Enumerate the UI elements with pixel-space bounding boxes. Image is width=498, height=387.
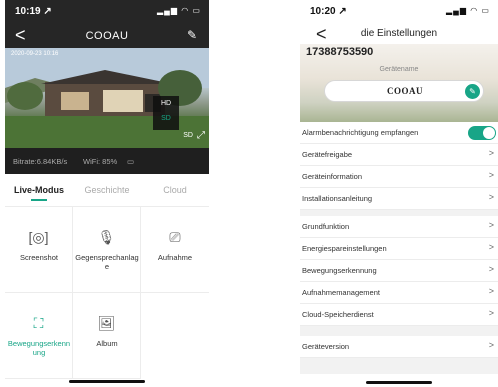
quality-option-hd[interactable]: HD [153,100,179,107]
grid-item-label: Screenshot [20,253,58,262]
screenshot-icon: [◎] [28,229,49,245]
right-phone-screen: 10:20 ↗ ▂▄▆ ◠ ▭ < die Einstellungen 1738… [300,0,498,387]
fullscreen-icon[interactable]: ⤢ [197,130,205,141]
video-record-icon: ⎚ [169,229,181,245]
chevron-right-icon: > [488,148,494,158]
row-label: Cloud-Speicherdienst [302,310,374,319]
motion-detection-icon: ⛶ [33,315,44,331]
screenshot-button[interactable]: [◎] Screenshot [5,207,73,293]
row-label: Energiespareinstellungen [302,244,387,253]
alarm-notification-row[interactable]: Alarmbenachrichtigung empfangen [300,122,498,144]
nav-bar: < COOAU ✎ [5,24,209,48]
video-timestamp: 2020-09-23 10:16 [11,51,59,57]
edit-name-icon[interactable]: ✎ [465,84,480,99]
row-label: Geräteversion [302,342,350,351]
home-indicator [69,380,145,383]
recording-management-row[interactable]: Aufnahmemanagement > [300,282,498,304]
quality-menu: HD SD [153,96,179,130]
wifi-text: WiFi: 85% [83,157,118,166]
toggle-knob [483,127,495,139]
chevron-right-icon: > [488,308,494,318]
status-time: 10:19 ↗ [15,6,52,17]
device-sharing-row[interactable]: Gerätefreigabe > [300,144,498,166]
status-icons: ▂▄▆ ◠ ▭ [157,6,201,15]
microphone-icon: 🎙 [97,229,116,245]
cloud-storage-row[interactable]: Cloud-Speicherdienst > [300,304,498,326]
device-name-field[interactable]: COOAU ✎ [324,80,484,102]
tab-cloud[interactable]: Cloud [141,185,209,195]
basic-function-row[interactable]: Grundfunktion > [300,216,498,238]
chevron-right-icon: > [488,264,494,274]
row-label: Grundfunktion [302,222,350,231]
intercom-button[interactable]: 🎙 Gegensprechanlage [73,207,141,293]
row-label: Geräteinformation [302,172,363,181]
tab-live-modus[interactable]: Live-Modus [5,185,73,195]
account-phone: 17388753590 [306,46,374,58]
quality-option-sd[interactable]: SD [153,115,179,122]
album-button[interactable]: 🖼 Album [73,293,141,379]
mode-tabs: Live-Modus Geschichte Cloud [5,180,209,204]
device-info-row[interactable]: Geräteinformation > [300,166,498,188]
chevron-right-icon: > [488,192,494,202]
device-name: COOAU [387,86,423,96]
function-grid: [◎] Screenshot 🎙 Gegensprechanlage ⎚ Auf… [5,206,209,379]
device-name-caption: Gerätename [379,66,419,73]
installation-guide-row[interactable]: Installationsanleitung > [300,188,498,210]
motion-detection-row[interactable]: Bewegungserkennung > [300,260,498,282]
motion-detection-button[interactable]: ⛶ Bewegungserkennung [5,293,73,379]
chevron-right-icon: > [488,220,494,230]
stream-stats-bar: Bitrate:6.84KB/s WiFi: 85% ▭ [5,148,209,174]
device-header: 17388753590 Gerätename COOAU ✎ [300,44,498,122]
row-label: Aufnahmemanagement [302,288,380,297]
status-icons: ▂▄▆ ◠ ▭ [446,6,490,15]
device-brand-title: COOAU [85,30,129,42]
grid-item-label: Gegensprechanlage [75,253,139,271]
row-label: Gerätefreigabe [302,150,353,159]
battery-icon: ▭ [127,157,135,166]
section-divider [300,358,498,374]
chevron-right-icon: > [488,340,494,350]
live-video-feed[interactable]: 2020-09-23 10:16 HD SD SD ⤢ [5,48,209,148]
album-icon: 🖼 [97,315,116,331]
chevron-right-icon: > [488,170,494,180]
row-label: Installationsanleitung [302,194,373,203]
edit-icon[interactable]: ✎ [187,28,197,42]
device-version-row[interactable]: Geräteversion > [300,336,498,358]
quality-toggle[interactable]: SD [183,132,193,139]
grid-item-label: Album [96,339,118,348]
grid-item-label: Bewegungserkennung [7,339,71,357]
chevron-right-icon: > [488,286,494,296]
record-button[interactable]: ⎚ Aufnahme [141,207,209,293]
status-bar: 10:20 ↗ ▂▄▆ ◠ ▭ [300,0,498,24]
section-divider [300,326,498,336]
nav-bar: < die Einstellungen [300,24,498,44]
active-tab-indicator [31,199,47,201]
grid-item-label: Aufnahme [157,253,193,262]
power-saving-row[interactable]: Energiespareinstellungen > [300,238,498,260]
page-title: die Einstellungen [360,28,438,39]
status-time: 10:20 ↗ [310,6,347,17]
bitrate-text: Bitrate:6.84KB/s [13,157,68,166]
status-bar: 10:19 ↗ ▂▄▆ ◠ ▭ [5,0,209,24]
row-label: Bewegungserkennung [302,266,377,275]
left-phone-screen: 10:19 ↗ ▂▄▆ ◠ ▭ < COOAU ✎ 2020-09-23 10:… [5,0,209,387]
chevron-right-icon: > [488,242,494,252]
home-indicator [366,381,432,384]
alarm-toggle[interactable] [468,126,496,140]
tab-geschichte[interactable]: Geschichte [73,185,141,195]
row-label: Alarmbenachrichtigung empfangen [302,128,419,137]
